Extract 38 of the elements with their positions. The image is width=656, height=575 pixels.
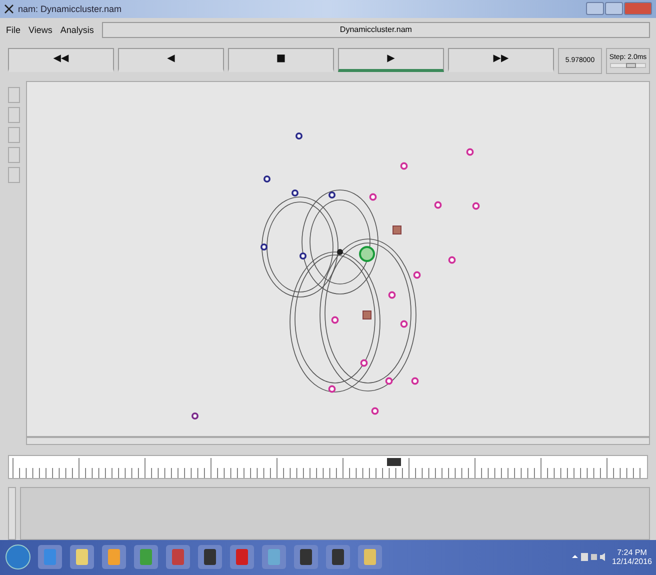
time-marker[interactable] (387, 458, 401, 466)
vertical-scrollbar[interactable] (8, 486, 16, 540)
taskbar-app-icon[interactable] (100, 543, 128, 572)
playback-button[interactable]: ▶ (338, 48, 444, 72)
slider-thumb[interactable] (626, 62, 636, 68)
timeline-ruler[interactable] (8, 455, 648, 479)
tool-button[interactable] (8, 147, 20, 164)
window-title: nam: Dynamiccluster.nam (18, 4, 122, 14)
clock-time: 7:24 PM (617, 548, 647, 558)
taskbar-app-icon[interactable] (68, 543, 96, 572)
taskbar-app-icon[interactable] (356, 543, 384, 572)
zoom-out-button[interactable] (8, 107, 20, 124)
tool-button[interactable] (8, 167, 20, 184)
taskbar-app-icon[interactable] (260, 543, 288, 572)
taskbar-app-icon[interactable] (324, 543, 352, 572)
taskbar-app-icon[interactable] (196, 543, 224, 572)
tray-icons-icon[interactable] (570, 552, 607, 562)
menu-item[interactable]: Analysis (60, 24, 94, 35)
close-button[interactable] (624, 2, 652, 16)
tool-button[interactable] (8, 127, 20, 144)
horizontal-scrollbar[interactable] (26, 437, 650, 446)
taskbar-app-icon[interactable] (292, 543, 320, 572)
playback-button[interactable]: ■ (228, 48, 334, 72)
playback-button[interactable]: ◀ (118, 48, 224, 72)
clock-date: 12/14/2016 (612, 557, 652, 566)
playback-button[interactable]: ◀◀ (8, 48, 114, 72)
menu-item[interactable]: File (6, 24, 21, 35)
step-slider[interactable] (610, 62, 646, 68)
taskbar-app-icon[interactable] (36, 543, 64, 572)
taskbar-app-icon[interactable] (132, 543, 160, 572)
file-name-field: Dynamiccluster.nam (102, 22, 650, 38)
app-icon (4, 4, 14, 14)
playback-button[interactable]: ▶▶ (448, 48, 554, 72)
maximize-button[interactable] (605, 2, 623, 16)
zoom-in-button[interactable] (8, 87, 20, 104)
menu-item[interactable]: Views (28, 24, 52, 35)
start-icon[interactable] (4, 543, 32, 572)
minimize-button[interactable] (586, 2, 604, 16)
